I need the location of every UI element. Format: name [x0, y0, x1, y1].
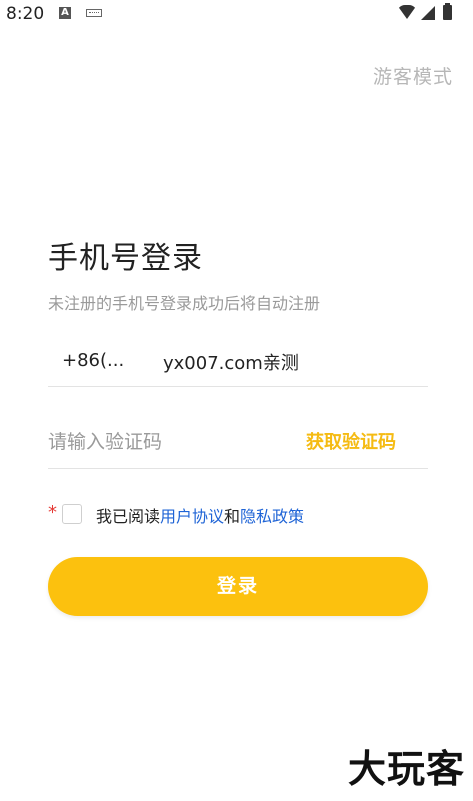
phone-input[interactable]	[163, 344, 413, 380]
battery-icon	[443, 3, 452, 20]
agree-checkbox[interactable]	[62, 504, 82, 524]
login-button[interactable]: 登录	[48, 557, 428, 616]
phone-row: +86(...	[48, 342, 428, 387]
user-agreement-link[interactable]: 用户协议	[160, 507, 224, 526]
required-marker: *	[48, 502, 57, 523]
country-code-selector[interactable]: +86(...	[62, 350, 124, 371]
page-subtitle: 未注册的手机号登录成功后将自动注册	[48, 294, 321, 313]
code-row: 获取验证码	[48, 420, 428, 469]
agreement-text: 我已阅读用户协议和隐私政策	[96, 503, 304, 527]
guest-mode-link[interactable]: 游客模式	[373, 62, 453, 89]
agree-prefix: 我已阅读	[96, 507, 161, 526]
privacy-policy-link[interactable]: 隐私政策	[240, 507, 304, 526]
verification-code-input[interactable]	[48, 424, 278, 460]
agreement-row: * 我已阅读用户协议和隐私政策	[48, 502, 448, 528]
watermark-logo: 大玩客	[347, 747, 465, 791]
keyboard-icon	[86, 9, 102, 17]
status-time: 8:20	[6, 4, 45, 24]
status-bar: 8:20 A	[0, 0, 473, 30]
get-code-button[interactable]: 获取验证码	[306, 428, 396, 454]
cell-signal-icon	[421, 6, 435, 20]
page-title: 手机号登录	[48, 241, 203, 276]
text-input-icon: A	[59, 7, 71, 19]
agree-and: 和	[224, 507, 241, 526]
wifi-icon	[397, 5, 417, 19]
status-icons	[397, 3, 461, 24]
